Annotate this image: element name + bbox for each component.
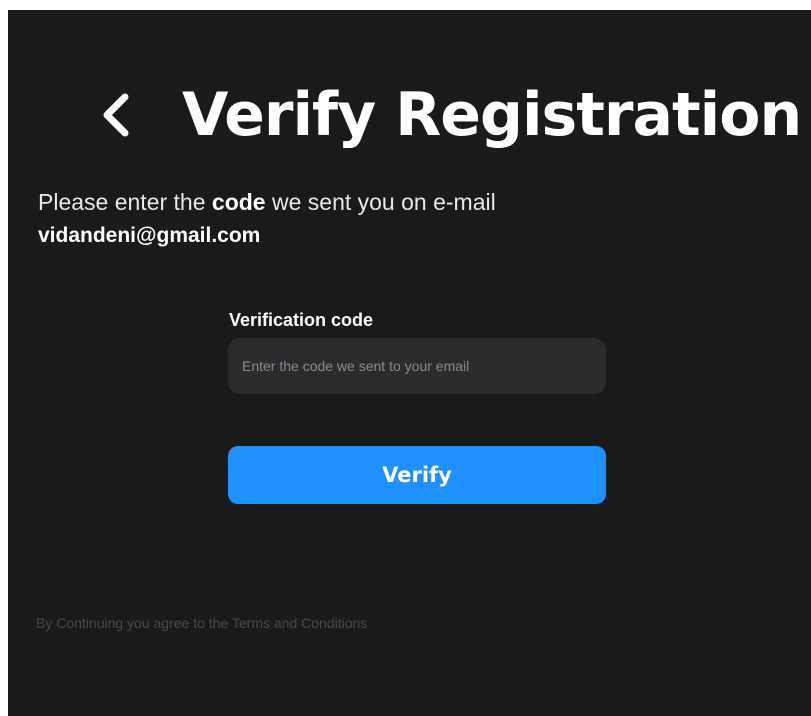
verification-code-label: Verification code [229, 310, 374, 330]
verify-button[interactable]: Verify [228, 446, 606, 504]
terms-text: By Continuing you agree to the Terms and… [36, 615, 368, 631]
instruction-emphasis: code [211, 189, 266, 215]
chevron-left-icon[interactable] [96, 91, 136, 139]
instruction-suffix: we sent you on e-mail [265, 189, 496, 215]
instruction-prefix: Please enter the [38, 189, 212, 215]
verify-registration-screen: Verify Registration Please enter the cod… [8, 10, 811, 716]
email-address: vidandeni@gmail.com [38, 224, 261, 247]
instruction-text: Please enter the code we sent you on e-m… [38, 185, 496, 219]
instructions: Please enter the code we sent you on e-m… [38, 185, 496, 253]
verification-code-input[interactable] [228, 338, 606, 394]
page-title: Verify Registration [182, 80, 802, 150]
header: Verify Registration [96, 72, 802, 158]
